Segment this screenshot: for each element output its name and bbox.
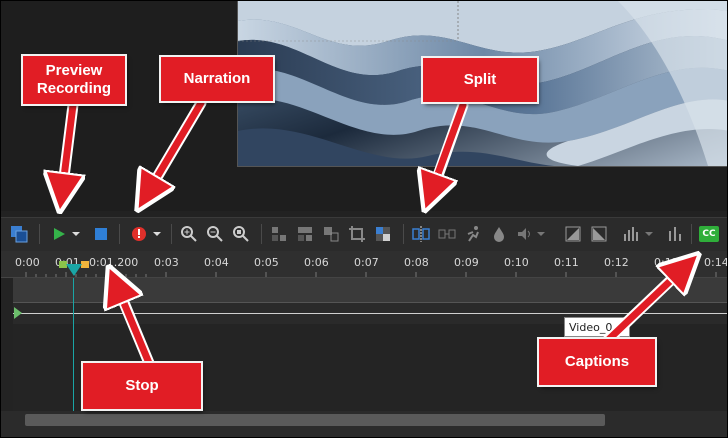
volume-dropdown[interactable] (534, 224, 548, 244)
timeline-toolbar: CC (1, 217, 727, 252)
color-drop-icon[interactable] (489, 224, 509, 244)
tick-0-07: 0:07 (354, 256, 379, 269)
speed-icon[interactable] (463, 224, 483, 244)
ruler-ticks (25, 272, 717, 277)
tick-0-01-200: 0:01.200 (89, 256, 139, 269)
callout-captions: Captions (539, 339, 655, 385)
fade-out-icon[interactable] (589, 224, 609, 244)
callout-narration: Narration (161, 57, 273, 101)
tick-0-06: 0:06 (304, 256, 329, 269)
play-options-dropdown[interactable] (69, 224, 83, 244)
volume-icon[interactable] (515, 224, 535, 244)
tick-0-05: 0:05 (254, 256, 279, 269)
playhead-handle[interactable] (65, 263, 83, 277)
merge-icon[interactable] (437, 224, 457, 244)
adjust-icon[interactable] (665, 224, 685, 244)
callout-stop: Stop (83, 363, 201, 409)
tick-0-04: 0:04 (204, 256, 229, 269)
layers-icon[interactable] (9, 224, 29, 244)
preview-area (1, 1, 727, 211)
callout-preview-recording: Preview Recording (23, 56, 125, 104)
track-expand-icon[interactable] (13, 306, 23, 320)
tick-0-08: 0:08 (404, 256, 429, 269)
captions-cc-button[interactable]: CC (698, 224, 720, 244)
tick-0-10: 0:10 (504, 256, 529, 269)
narration-dropdown[interactable] (150, 224, 164, 244)
callout-split: Split (423, 58, 537, 102)
time-ruler[interactable]: 0:00 0:01 0:01.200 0:03 0:04 0:05 0:06 0… (1, 251, 728, 278)
track-1[interactable] (13, 278, 727, 303)
preview-play-button[interactable] (49, 224, 69, 244)
zoom-fit-icon[interactable] (231, 224, 251, 244)
tick-0-03: 0:03 (154, 256, 179, 269)
tick-0-13: 0:13 (654, 256, 679, 269)
delete-icon[interactable] (321, 224, 341, 244)
playhead-line[interactable] (73, 278, 74, 411)
audio-levels-icon[interactable] (621, 224, 641, 244)
scrollbar-thumb[interactable] (25, 414, 605, 426)
split-icon[interactable] (411, 224, 431, 244)
tick-0-12: 0:12 (604, 256, 629, 269)
clip-tooltip: Video_0 (564, 317, 630, 337)
tile-icon-1[interactable] (269, 224, 289, 244)
clip-line (13, 313, 727, 314)
tick-0-11: 0:11 (554, 256, 579, 269)
zoom-in-icon[interactable] (179, 224, 199, 244)
timeline-scrollbar[interactable] (1, 411, 727, 437)
tick-0-09: 0:09 (454, 256, 479, 269)
tile-icon-2[interactable] (295, 224, 315, 244)
audio-dropdown[interactable] (642, 224, 656, 244)
group-icon[interactable] (373, 224, 393, 244)
crop-icon[interactable] (347, 224, 367, 244)
tick-0-00: 0:00 (15, 256, 40, 269)
fade-in-icon[interactable] (563, 224, 583, 244)
tick-0-14: 0:14 (704, 256, 728, 269)
cc-icon: CC (699, 226, 719, 242)
stop-button[interactable] (91, 224, 111, 244)
narration-record-button[interactable] (129, 224, 149, 244)
editor-window: CC 0:00 0:01 0:01.200 0:03 0:04 0:05 0:0… (0, 0, 728, 438)
zoom-out-icon[interactable] (205, 224, 225, 244)
